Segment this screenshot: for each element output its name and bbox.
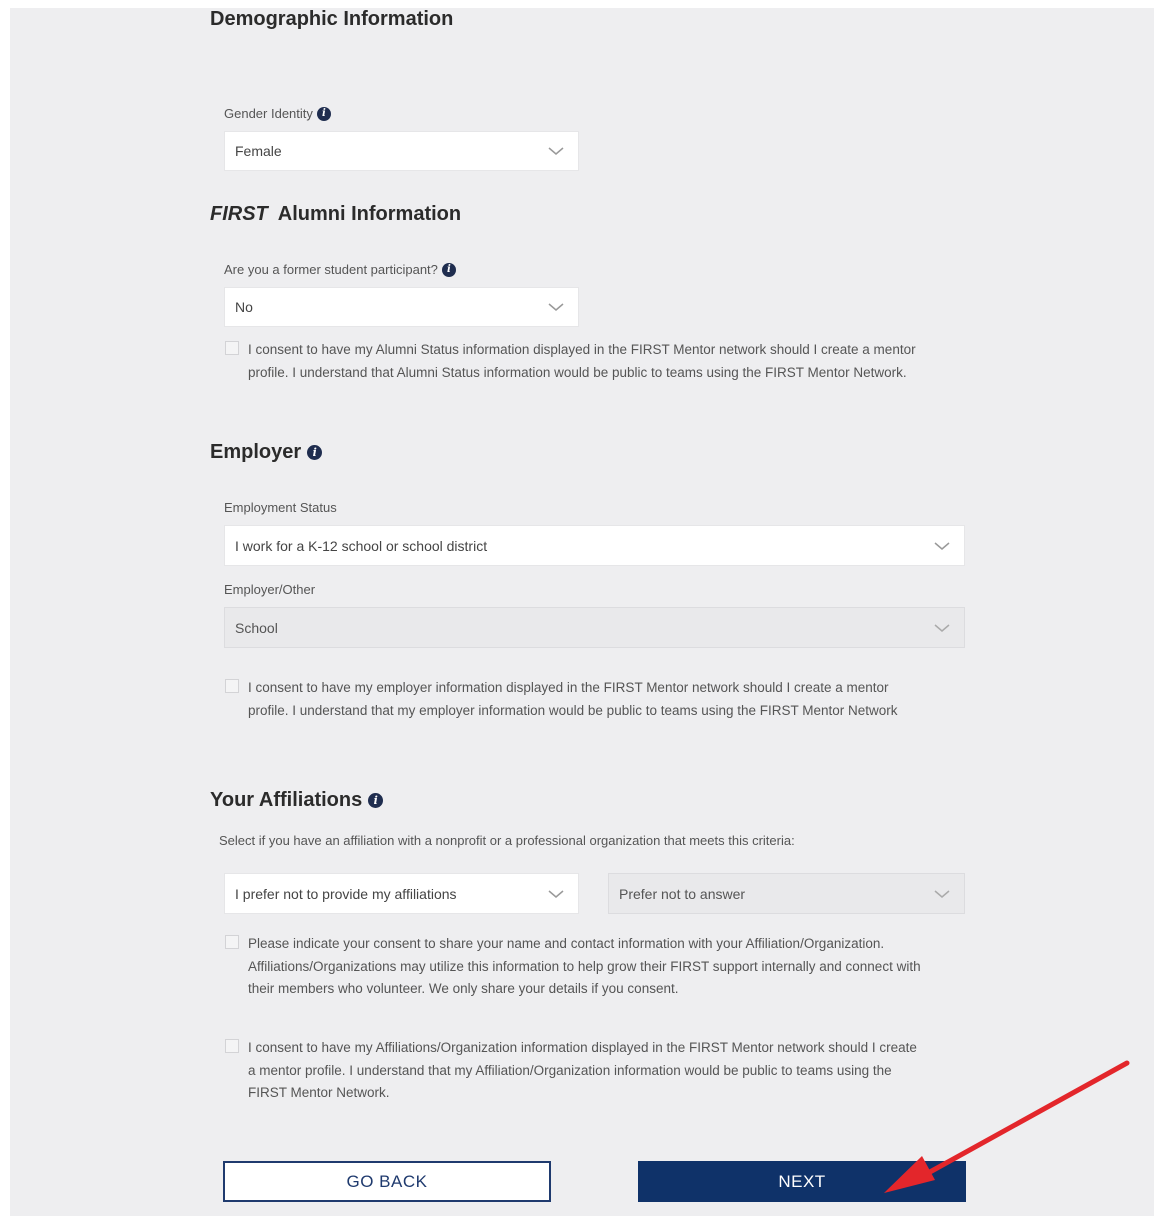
annotation-arrow-icon [884,1060,1130,1193]
affiliation-display-consent-checkbox[interactable] [225,1039,239,1053]
alumni-section-title: FIRST Alumni Information [210,203,462,225]
go-back-button[interactable]: GO BACK [223,1161,551,1202]
share-consent-text: Please indicate your consent to share yo… [248,936,921,996]
info-icon[interactable]: i [307,445,323,460]
chevron-down-icon [934,541,950,550]
chevron-down-icon [548,303,564,311]
info-icon[interactable]: i [316,106,331,121]
alumni-consent-checkbox[interactable] [225,341,239,355]
alumni-consent-text: I consent to have my Alumni Status infor… [248,342,916,380]
share-consent-checkbox[interactable] [225,935,239,949]
employment-status-label: Employment Status [224,500,337,515]
gender-identity-label: Gender Identity i [224,106,331,121]
affiliation-answer-select[interactable]: Prefer not to answer [608,873,965,914]
info-icon[interactable]: i [368,793,384,808]
employer-other-select[interactable]: School [224,607,965,648]
employer-section-title: Employer i [210,441,323,464]
employer-other-label: Employer/Other [224,582,316,597]
demographic-section-title: Demographic Information [210,8,454,30]
gender-identity-select[interactable]: Female [224,131,579,171]
employment-status-select[interactable]: I work for a K-12 school or school distr… [224,525,965,566]
affiliations-instructions: Select if you have an affiliation with a… [219,833,795,848]
affiliations-section-title: Your Affiliations i [210,789,384,812]
chevron-down-icon [548,889,564,898]
chevron-down-icon [934,623,950,632]
chevron-down-icon [548,147,564,155]
affiliation-display-consent-text: I consent to have my Affiliations/Organi… [248,1040,917,1100]
former-participant-select[interactable]: No [224,287,579,327]
affiliations-select[interactable]: I prefer not to provide my affiliations [224,873,579,914]
info-icon[interactable]: i [441,262,456,277]
former-participant-label: Are you a former student participant? i [224,262,456,277]
employer-consent-text: I consent to have my employer informatio… [248,680,898,718]
chevron-down-icon [934,889,950,898]
employer-consent-checkbox[interactable] [225,679,239,693]
